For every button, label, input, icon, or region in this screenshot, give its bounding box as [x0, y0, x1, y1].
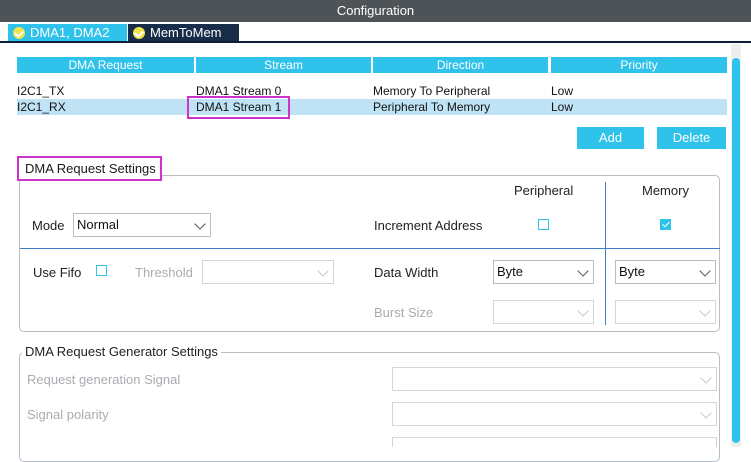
dma-request-generator-settings-title: DMA Request Generator Settings — [22, 344, 221, 360]
signal-polarity-label: Signal polarity — [27, 407, 109, 422]
tab-bar: DMA1, DMA2 MemToMem — [0, 22, 751, 42]
increment-address-label: Increment Address — [374, 218, 483, 233]
column-header-stream[interactable]: Stream — [196, 57, 371, 73]
data-width-peripheral-select[interactable]: Byte — [493, 260, 594, 284]
burst-size-label: Burst Size — [374, 305, 434, 320]
tab-dma1-dma2[interactable]: DMA1, DMA2 — [8, 24, 127, 42]
threshold-label: Threshold — [135, 265, 193, 280]
mode-label: Mode — [32, 218, 65, 233]
next-setting-select[interactable] — [392, 437, 717, 447]
scrollbar-thumb[interactable] — [732, 58, 740, 443]
delete-button[interactable]: Delete — [657, 127, 726, 149]
data-width-memory-value: Byte — [619, 264, 646, 279]
data-width-label: Data Width — [374, 265, 439, 280]
check-circle-icon — [13, 27, 25, 39]
use-fifo-checkbox[interactable] — [96, 265, 107, 276]
data-width-peripheral-value: Byte — [497, 264, 524, 279]
increment-memory-checkbox[interactable] — [660, 219, 671, 230]
chevron-down-icon — [577, 265, 589, 277]
cell-priority: Low — [551, 100, 574, 114]
threshold-select[interactable] — [202, 260, 334, 284]
table-row-selected[interactable]: I2C1_RX DMA1 Stream 1 Peripheral To Memo… — [17, 99, 727, 115]
column-header-priority[interactable]: Priority — [551, 57, 727, 73]
request-generation-signal-label: Request generation Signal — [27, 372, 181, 387]
chevron-down-icon — [700, 372, 712, 384]
peripheral-header: Peripheral — [514, 183, 574, 198]
tab-label: MemToMem — [150, 25, 222, 40]
increment-peripheral-checkbox[interactable] — [538, 219, 549, 230]
chevron-down-icon — [700, 407, 712, 419]
section-separator — [20, 248, 720, 249]
mode-select[interactable]: Normal — [73, 213, 211, 237]
cell-request: I2C1_RX — [17, 100, 66, 114]
add-button[interactable]: Add — [577, 127, 644, 149]
table-row[interactable]: I2C1_TX DMA1 Stream 0 Memory To Peripher… — [17, 83, 727, 99]
burst-size-peripheral-select[interactable] — [493, 300, 594, 324]
chevron-down-icon — [699, 265, 711, 277]
check-circle-icon — [133, 27, 145, 39]
column-header-direction[interactable]: Direction — [373, 57, 548, 73]
column-separator — [605, 182, 606, 325]
column-header-dma-request[interactable]: DMA Request — [17, 57, 194, 73]
memory-header: Memory — [642, 183, 689, 198]
burst-size-memory-select[interactable] — [615, 300, 716, 324]
cell-request: I2C1_TX — [17, 84, 65, 98]
cell-direction: Peripheral To Memory — [373, 100, 491, 114]
use-fifo-label: Use Fifo — [33, 265, 82, 280]
cell-direction: Memory To Peripheral — [373, 84, 491, 98]
mode-value: Normal — [77, 217, 119, 232]
chevron-down-icon — [317, 265, 329, 277]
request-generation-signal-select[interactable] — [392, 367, 717, 391]
chevron-down-icon — [699, 305, 711, 317]
signal-polarity-select[interactable] — [392, 402, 717, 426]
window-title: Configuration — [0, 0, 751, 22]
tab-label: DMA1, DMA2 — [30, 25, 110, 40]
stream-highlight-box — [187, 96, 290, 119]
dma-request-settings-title: DMA Request Settings — [17, 156, 162, 181]
chevron-down-icon — [194, 218, 206, 230]
cell-priority: Low — [551, 84, 574, 98]
data-width-memory-select[interactable]: Byte — [615, 260, 716, 284]
tab-memtomem[interactable]: MemToMem — [128, 24, 239, 42]
chevron-down-icon — [577, 305, 589, 317]
tab-underline — [0, 41, 751, 43]
